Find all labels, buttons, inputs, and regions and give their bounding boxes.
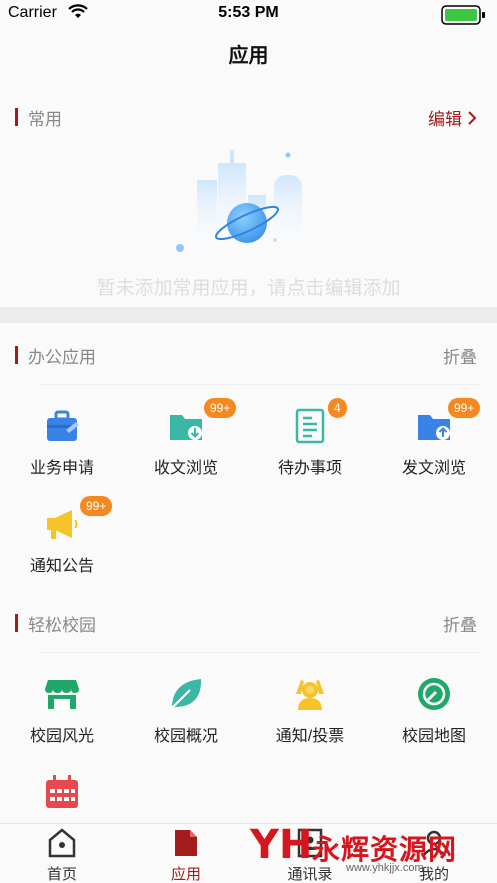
watermark-url: www.yhkjjx.com [346, 862, 424, 874]
section-marker [15, 346, 18, 364]
app-label: 通知公告 [29, 558, 94, 575]
battery-icon [441, 5, 485, 25]
tab-home[interactable]: 首页 [0, 824, 124, 883]
tab-apps[interactable]: 应用 [124, 824, 248, 883]
app-notices[interactable]: 99+ 通知公告 [0, 496, 124, 586]
document-list-icon [295, 408, 325, 444]
separator-line [40, 384, 480, 385]
office-header: 办公应用 折叠 [0, 340, 497, 370]
toolbox-icon [47, 410, 79, 441]
office-title: 办公应用 [28, 348, 96, 367]
app-label: 发文浏览 [401, 460, 466, 477]
page-title: 应用 [228, 45, 269, 67]
document-icon [175, 830, 197, 856]
edit-button[interactable]: 编辑 [428, 105, 477, 130]
nav-bar: 应用 [0, 30, 497, 82]
badge: 99+ [80, 496, 113, 516]
campus-collapse-button[interactable]: 折叠 [443, 611, 477, 636]
folder-upload-icon [418, 415, 450, 440]
compass-icon [418, 678, 450, 710]
app-label: 校园概况 [153, 728, 218, 745]
leaf-icon [171, 679, 202, 709]
app-label: 通知/投票 [275, 728, 345, 745]
app-label: 待办事项 [277, 460, 342, 477]
megaphone-icon [47, 510, 78, 539]
favorites-title: 常用 [28, 110, 62, 129]
tab-label: 首页 [46, 866, 77, 883]
app-received-documents[interactable]: 99+ 收文浏览 [124, 398, 248, 488]
app-sent-documents[interactable]: 99+ 发文浏览 [372, 398, 496, 488]
campus-title: 轻松校园 [28, 616, 96, 635]
badge: 99+ [448, 398, 481, 418]
favorites-header: 常用 编辑 [0, 102, 497, 132]
badge: 99+ [204, 398, 237, 418]
edit-label: 编辑 [428, 110, 462, 129]
section-marker [15, 108, 18, 126]
app-label: 校园风光 [29, 728, 94, 745]
section-marker [15, 614, 18, 632]
city-planet-illustration [176, 150, 302, 255]
app-todo-items[interactable]: 4 待办事项 [248, 398, 372, 488]
separator-line [40, 652, 480, 653]
app-label: 校园地图 [401, 728, 466, 745]
folder-download-icon [170, 415, 202, 440]
app-campus-map[interactable]: 校园地图 [372, 676, 496, 756]
watermark-logo: YH [250, 822, 313, 868]
section-divider [0, 307, 497, 323]
store-icon [45, 680, 79, 709]
vote-people-icon [296, 680, 324, 710]
tab-label: 应用 [170, 866, 201, 883]
favorites-empty-text: 暂未添加常用应用，请点击编辑添加 [96, 278, 401, 299]
app-label: 业务申请 [29, 460, 94, 477]
calendar-icon [46, 775, 78, 808]
clock: 5:53 PM [218, 4, 279, 21]
home-icon [48, 828, 76, 858]
app-campus-overview[interactable]: 校园概况 [124, 676, 248, 756]
chevron-right-icon [468, 111, 477, 125]
office-collapse-button[interactable]: 折叠 [443, 343, 477, 368]
watermark: YH 永辉资源网 www.yhkjjx.com [250, 820, 480, 880]
app-business-application[interactable]: 业务申请 [0, 408, 124, 488]
badge: 4 [328, 398, 347, 418]
app-notice-vote[interactable]: 通知/投票 [248, 676, 372, 756]
app-campus-scenery[interactable]: 校园风光 [0, 676, 124, 756]
status-bar: Carrier 5:53 PM [0, 0, 497, 30]
app-label: 收文浏览 [153, 460, 218, 477]
campus-header: 轻松校园 折叠 [0, 608, 497, 638]
